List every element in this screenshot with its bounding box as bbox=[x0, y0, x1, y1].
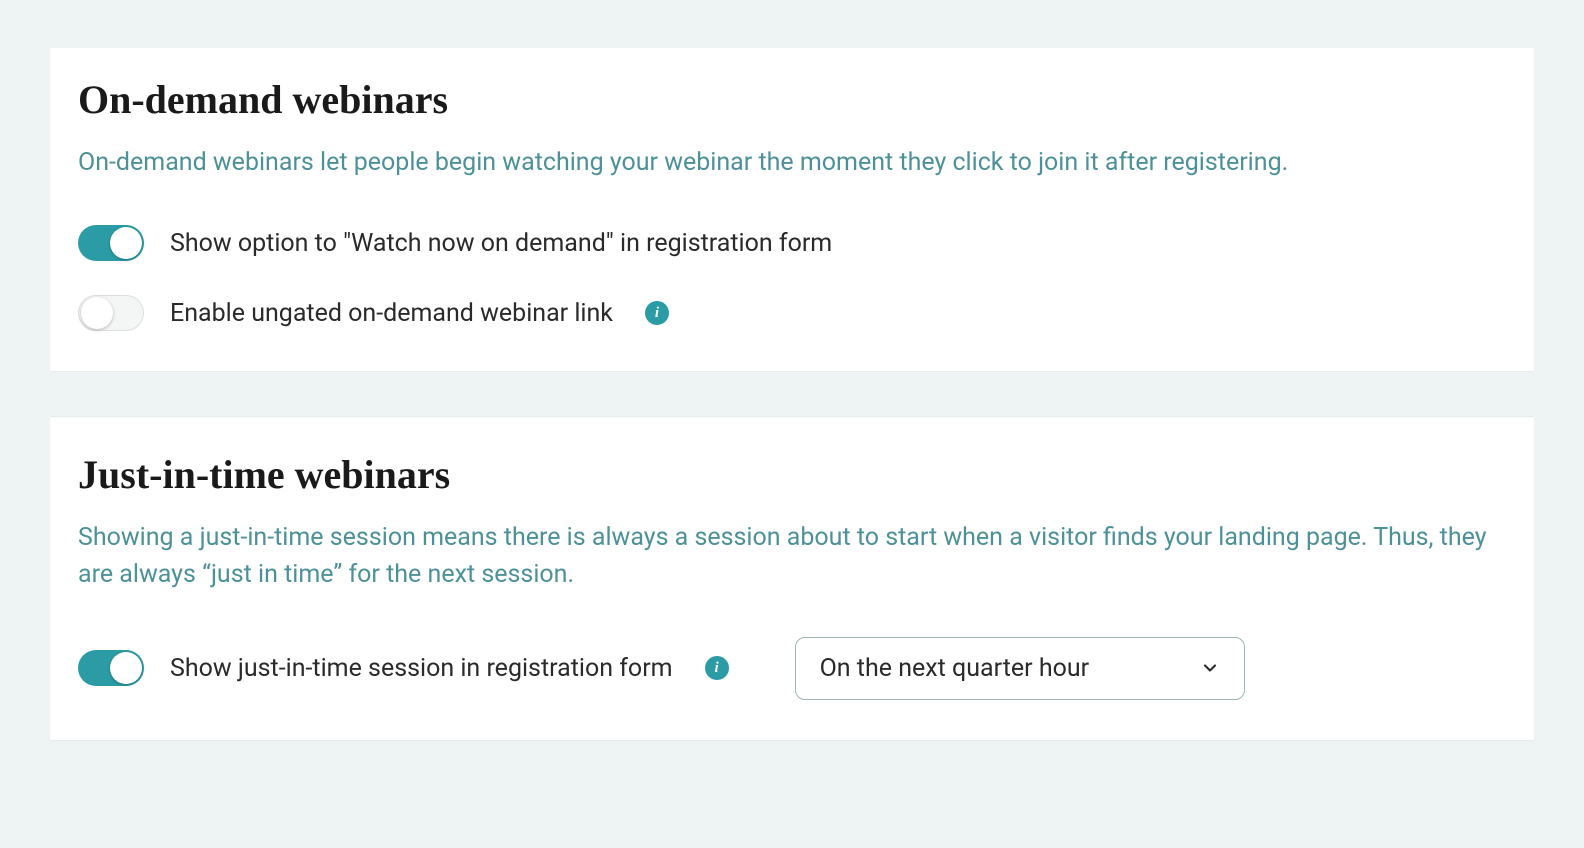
option-row-ungated-link: Enable ungated on-demand webinar link i bbox=[78, 295, 1506, 331]
toggle-show-jit[interactable] bbox=[78, 650, 144, 686]
section-description-jit: Showing a just-in-time session means the… bbox=[78, 520, 1506, 593]
label-show-jit: Show just-in-time session in registratio… bbox=[170, 654, 673, 683]
info-icon[interactable]: i bbox=[705, 656, 729, 680]
option-row-show-jit: Show just-in-time session in registratio… bbox=[78, 637, 1506, 700]
jit-timing-select[interactable]: On the next quarter hour bbox=[795, 637, 1245, 700]
option-row-watch-now: Show option to "Watch now on demand" in … bbox=[78, 225, 1506, 261]
just-in-time-section: Just-in-time webinars Showing a just-in-… bbox=[50, 416, 1534, 741]
label-ungated-link: Enable ungated on-demand webinar link bbox=[170, 299, 613, 328]
jit-timing-selected-value: On the next quarter hour bbox=[820, 654, 1090, 683]
toggle-knob bbox=[110, 652, 142, 684]
on-demand-section: On-demand webinars On-demand webinars le… bbox=[50, 48, 1534, 372]
section-title-on-demand: On-demand webinars bbox=[78, 76, 1506, 123]
toggle-knob bbox=[81, 297, 113, 329]
toggle-ungated-link[interactable] bbox=[78, 295, 144, 331]
section-title-jit: Just-in-time webinars bbox=[78, 451, 1506, 498]
info-icon[interactable]: i bbox=[645, 301, 669, 325]
chevron-down-icon bbox=[1200, 658, 1220, 678]
toggle-show-watch-now[interactable] bbox=[78, 225, 144, 261]
section-description-on-demand: On-demand webinars let people begin watc… bbox=[78, 145, 1506, 181]
label-show-watch-now: Show option to "Watch now on demand" in … bbox=[170, 229, 832, 258]
toggle-knob bbox=[110, 227, 142, 259]
